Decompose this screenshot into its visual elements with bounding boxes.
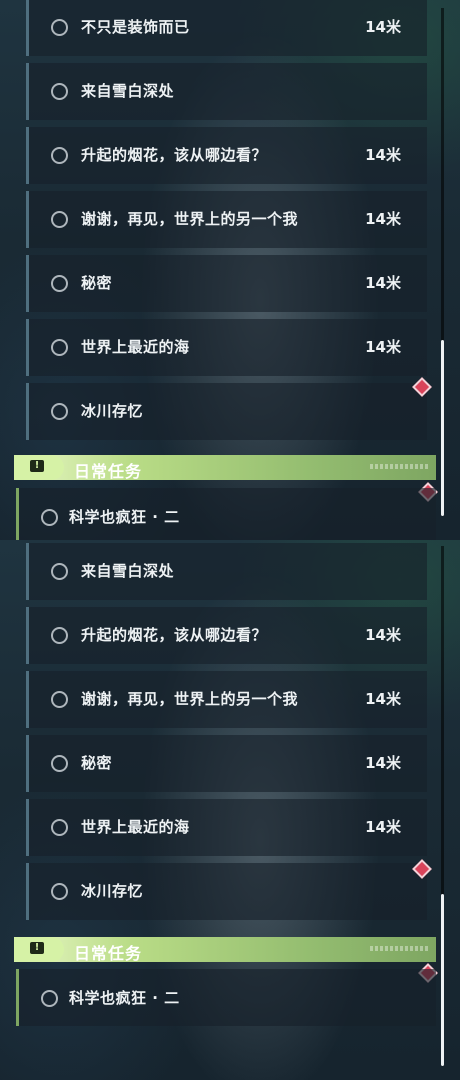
quest-title: 科学也疯狂 · 二: [69, 508, 180, 526]
section-header-daily[interactable]: ! 日常任务: [14, 937, 436, 963]
scrollbar-thumb[interactable]: [441, 340, 444, 516]
quest-item[interactable]: 不只是装饰而已 14米: [26, 0, 427, 56]
section-decoration: [370, 464, 430, 469]
quest-item[interactable]: 世界上最近的海 14米: [26, 319, 427, 376]
quest-title: 冰川存忆: [81, 882, 144, 900]
radio-circle-icon[interactable]: [51, 403, 68, 420]
quest-item[interactable]: 来自雪白深处: [26, 63, 427, 120]
quest-title: 秘密: [81, 754, 113, 772]
scrollbar-thumb[interactable]: [441, 894, 444, 1066]
quest-title: 升起的烟花，该从哪边看？: [81, 146, 268, 164]
radio-circle-icon[interactable]: [51, 627, 68, 644]
radio-circle-icon[interactable]: [51, 211, 68, 228]
quest-title: 世界上最近的海: [81, 818, 190, 836]
quest-item[interactable]: 冰川存忆: [26, 383, 427, 440]
section-icon-box: !: [14, 455, 64, 480]
quest-distance: 14米: [365, 338, 401, 356]
quest-item[interactable]: 冰川存忆: [26, 863, 427, 920]
quest-item[interactable]: 来自雪白深处: [26, 543, 427, 600]
section-title: 日常任务: [74, 944, 143, 963]
quest-title: 冰川存忆: [81, 402, 144, 420]
quest-title: 来自雪白深处: [81, 82, 175, 100]
exclamation-icon: !: [30, 460, 44, 472]
radio-circle-icon[interactable]: [41, 990, 58, 1007]
quest-distance: 14米: [365, 274, 401, 292]
quest-distance: 14米: [365, 18, 401, 36]
quest-distance: 14米: [365, 690, 401, 708]
quest-distance: 14米: [365, 210, 401, 228]
quest-item[interactable]: 升起的烟花，该从哪边看？ 14米: [26, 127, 427, 184]
quest-item[interactable]: 秘密 14米: [26, 735, 427, 792]
quest-item[interactable]: 升起的烟花，该从哪边看？ 14米: [26, 607, 427, 664]
quest-title: 谢谢，再见，世界上的另一个我: [81, 210, 299, 228]
quest-item[interactable]: 世界上最近的海 14米: [26, 799, 427, 856]
radio-circle-icon[interactable]: [51, 755, 68, 772]
quest-item[interactable]: 秘密 14米: [26, 255, 427, 312]
exclamation-icon: !: [30, 942, 44, 954]
radio-circle-icon[interactable]: [51, 563, 68, 580]
radio-circle-icon[interactable]: [51, 275, 68, 292]
quest-title: 科学也疯狂 · 二: [69, 989, 180, 1007]
quest-item[interactable]: 谢谢，再见，世界上的另一个我 14米: [26, 671, 427, 728]
quest-title: 世界上最近的海: [81, 338, 190, 356]
quest-distance: 14米: [365, 146, 401, 164]
quest-distance: 14米: [365, 818, 401, 836]
radio-circle-icon[interactable]: [51, 691, 68, 708]
daily-quest-item[interactable]: 科学也疯狂 · 二: [16, 969, 436, 1026]
quest-list-panel: 不只是装饰而已 14米 来自雪白深处 升起的烟花，该从哪边看？ 14米 谢谢，再…: [0, 0, 460, 540]
daily-quest-item[interactable]: 科学也疯狂 · 二: [16, 488, 436, 540]
quest-title: 升起的烟花，该从哪边看？: [81, 626, 268, 644]
quest-title: 不只是装饰而已: [81, 18, 190, 36]
radio-circle-icon[interactable]: [51, 147, 68, 164]
radio-circle-icon[interactable]: [51, 883, 68, 900]
quest-item[interactable]: 谢谢，再见，世界上的另一个我 14米: [26, 191, 427, 248]
section-header-daily[interactable]: ! 日常任务: [14, 455, 436, 481]
quest-title: 来自雪白深处: [81, 562, 175, 580]
radio-circle-icon[interactable]: [41, 509, 58, 526]
section-title: 日常任务: [74, 462, 143, 481]
section-icon-box: !: [14, 937, 64, 962]
radio-circle-icon[interactable]: [51, 83, 68, 100]
quest-title: 谢谢，再见，世界上的另一个我: [81, 690, 299, 708]
radio-circle-icon[interactable]: [51, 19, 68, 36]
quest-distance: 14米: [365, 754, 401, 772]
section-decoration: [370, 946, 430, 951]
quest-title: 秘密: [81, 274, 113, 292]
quest-distance: 14米: [365, 626, 401, 644]
quest-list-panel: 来自雪白深处 升起的烟花，该从哪边看？ 14米 谢谢，再见，世界上的另一个我 1…: [0, 540, 460, 1080]
radio-circle-icon[interactable]: [51, 819, 68, 836]
radio-circle-icon[interactable]: [51, 339, 68, 356]
